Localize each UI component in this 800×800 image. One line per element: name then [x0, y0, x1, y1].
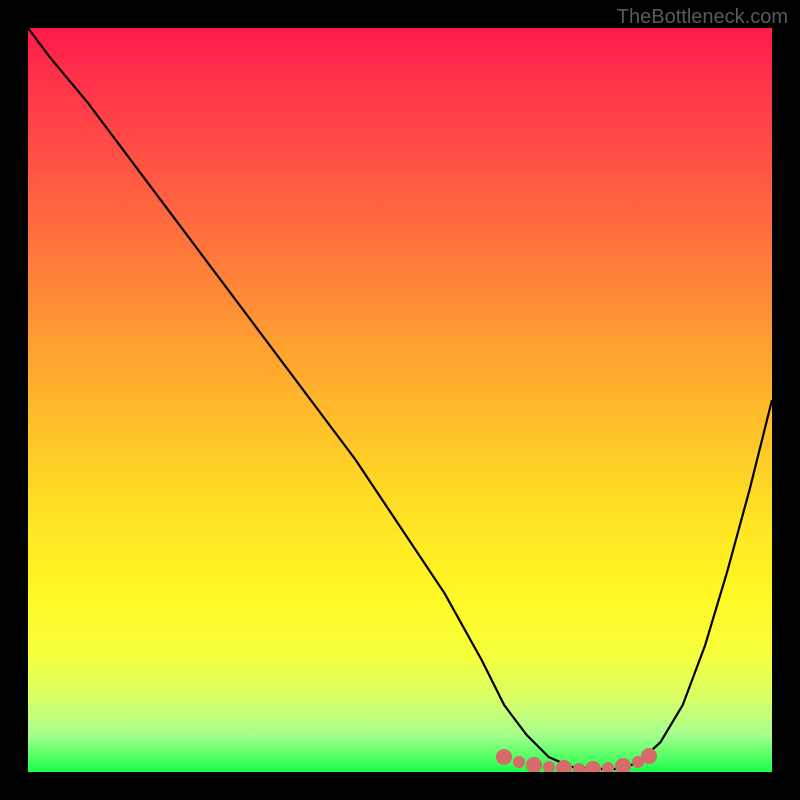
plot-area: [28, 28, 772, 772]
optimal-marker: [573, 763, 585, 772]
curve-svg: [28, 28, 772, 772]
optimal-marker: [556, 760, 572, 772]
optimal-marker: [496, 749, 512, 765]
bottleneck-curve: [28, 28, 772, 769]
optimal-marker: [641, 748, 657, 764]
optimal-marker: [513, 756, 525, 768]
optimal-marker: [526, 757, 542, 772]
optimal-marker: [615, 758, 631, 772]
optimal-marker: [543, 761, 555, 772]
optimal-marker: [585, 761, 601, 772]
optimal-marker: [602, 762, 614, 772]
watermark-text: TheBottleneck.com: [617, 6, 788, 29]
